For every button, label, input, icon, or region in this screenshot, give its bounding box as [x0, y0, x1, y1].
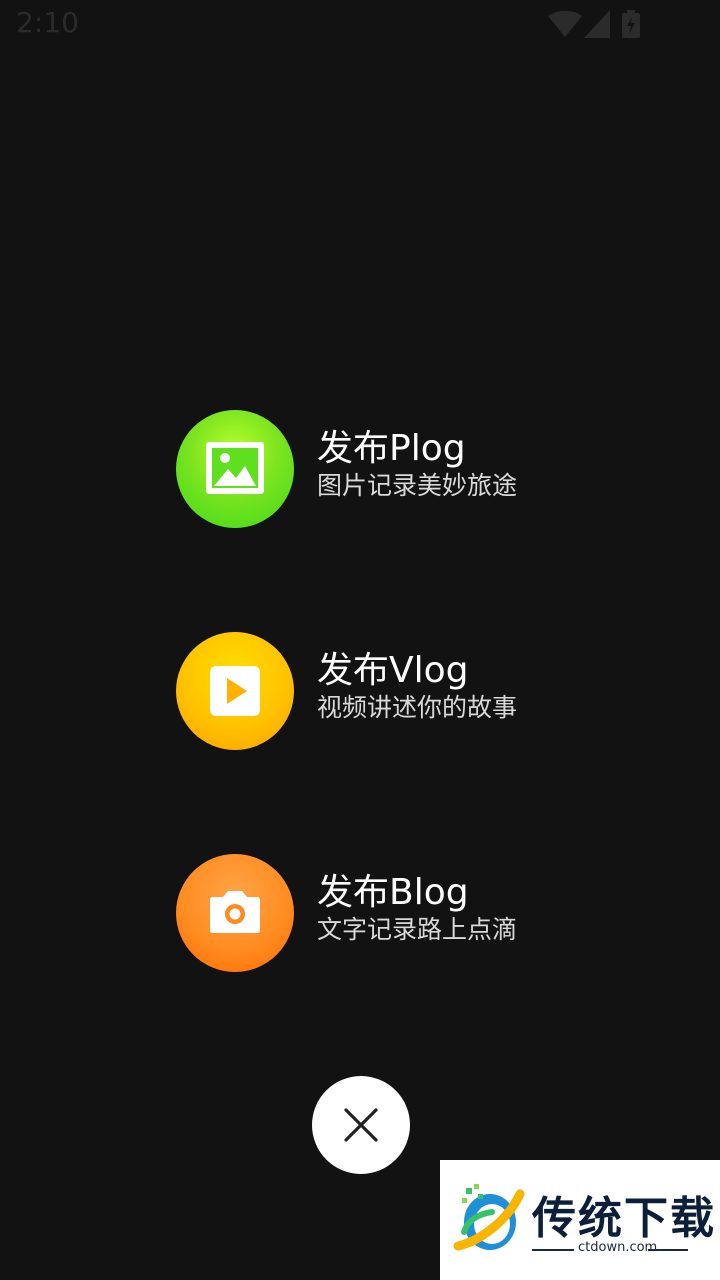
ctdown-logo-icon — [453, 1184, 525, 1251]
publish-plog-title: 发布Plog — [317, 428, 466, 469]
watermark: 传统下载 ctdown.com — [440, 1160, 720, 1280]
status-bar: 2:10 — [0, 0, 720, 48]
battery-charging-icon — [622, 10, 640, 38]
publish-blog-option[interactable]: 发布Blog 文字记录路上点滴 — [176, 854, 596, 972]
publish-vlog-button[interactable] — [176, 632, 294, 750]
publish-plog-subtitle: 图片记录美妙旅途 — [317, 471, 518, 500]
wifi-icon — [548, 10, 582, 37]
close-button[interactable] — [312, 1076, 410, 1174]
publish-vlog-option[interactable]: 发布Vlog 视频讲述你的故事 — [176, 632, 596, 750]
publish-vlog-subtitle: 视频讲述你的故事 — [317, 693, 518, 722]
watermark-url: ctdown.com — [578, 1240, 658, 1255]
watermark-divider-left — [532, 1249, 574, 1251]
camera-icon — [210, 891, 260, 933]
cell-signal-icon — [584, 10, 610, 38]
publish-blog-subtitle: 文字记录路上点滴 — [317, 915, 518, 944]
image-icon — [206, 442, 264, 494]
status-icons — [548, 10, 668, 38]
publish-plog-button[interactable] — [176, 410, 294, 528]
close-icon — [344, 1108, 378, 1142]
watermark-divider-right — [648, 1249, 688, 1251]
play-icon — [210, 666, 260, 716]
watermark-brand: 传统下载 — [532, 1193, 716, 1244]
publish-vlog-title: 发布Vlog — [317, 650, 469, 691]
publish-plog-option[interactable]: 发布Plog 图片记录美妙旅途 — [176, 410, 596, 528]
publish-blog-button[interactable] — [176, 854, 294, 972]
status-time: 2:10 — [16, 6, 79, 39]
publish-blog-title: 发布Blog — [317, 872, 469, 913]
